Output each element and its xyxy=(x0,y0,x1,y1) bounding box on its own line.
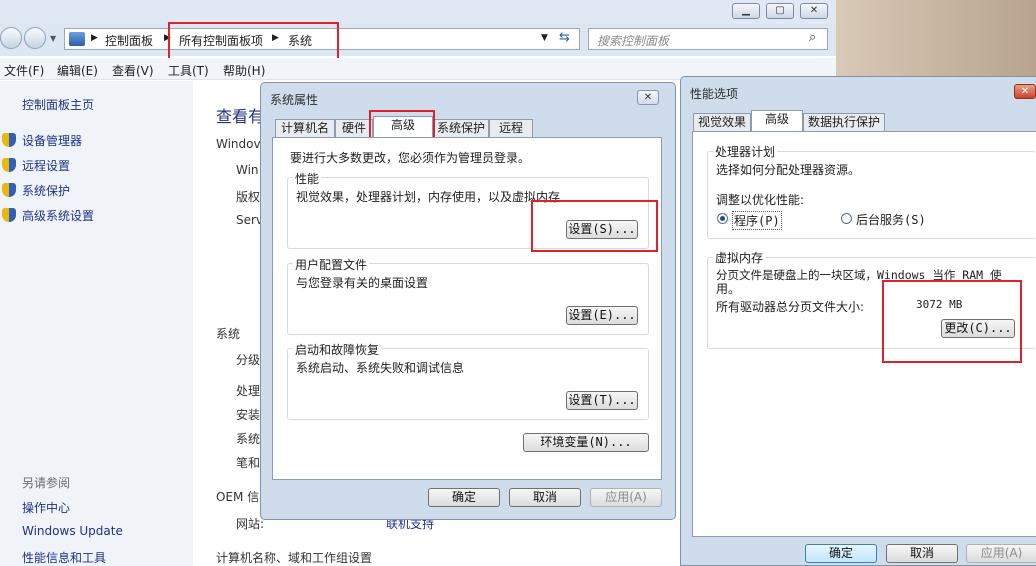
dialog-title: 性能选项 xyxy=(690,87,739,101)
system-line: 系统 xyxy=(236,432,261,446)
change-button[interactable]: 更改(C)... xyxy=(941,319,1015,338)
chevron-right-icon: ▶ xyxy=(91,33,98,43)
tab-system-protection[interactable]: 系统保护 xyxy=(433,119,489,137)
breadcrumb-system[interactable]: 系统 xyxy=(288,32,312,49)
back-icon[interactable] xyxy=(0,27,22,49)
user-profiles-group-label: 用户配置文件 xyxy=(293,256,370,273)
menu-view[interactable]: 查看(V) xyxy=(112,62,154,79)
virtual-memory-desc-cont: 用。 xyxy=(716,282,741,296)
breadcrumb-control-panel[interactable]: 控制面板 xyxy=(105,32,153,49)
tab-advanced[interactable]: 高级 xyxy=(751,110,803,131)
minimize-button[interactable]: ▁ xyxy=(732,3,760,19)
chevron-right-icon: ▶ xyxy=(164,33,171,43)
system-line: 处理 xyxy=(236,384,261,398)
windows-update-link[interactable]: Windows Update xyxy=(22,524,123,538)
remote-settings-link[interactable]: 远程设置 xyxy=(22,157,70,174)
ok-button[interactable]: 确定 xyxy=(428,488,500,507)
cancel-button[interactable]: 取消 xyxy=(886,544,958,563)
close-button[interactable]: ✕ xyxy=(800,3,828,19)
title-bar xyxy=(0,0,836,24)
tab-visual-effects[interactable]: 视觉效果 xyxy=(693,113,751,131)
edition-line: Serv xyxy=(236,213,264,227)
optimize-label: 调整以优化性能: xyxy=(716,193,805,207)
desktop-background xyxy=(836,0,1036,80)
startup-recovery-settings-button[interactable]: 设置(T)... xyxy=(566,391,638,410)
tab-computer-name[interactable]: 计算机名 xyxy=(275,119,335,137)
user-profiles-desc: 与您登录有关的桌面设置 xyxy=(296,276,429,290)
admin-note: 要进行大多数更改，您必须作为管理员登录。 xyxy=(290,151,531,165)
tab-advanced[interactable]: 高级 xyxy=(373,116,433,137)
chevron-right-icon: ▶ xyxy=(272,33,279,43)
search-box[interactable]: 搜索控制面板 ⌕ xyxy=(588,28,828,50)
virtual-memory-desc: 分页文件是硬盘上的一块区域，Windows 当作 RAM 使 xyxy=(716,268,1002,282)
apply-button[interactable]: 应用(A) xyxy=(966,544,1036,563)
control-panel-icon xyxy=(69,32,85,46)
device-manager-link[interactable]: 设备管理器 xyxy=(22,132,82,149)
tab-hardware[interactable]: 硬件 xyxy=(335,119,373,137)
page-title: 查看有 xyxy=(216,107,265,126)
computer-name-section: 计算机名称、域和工作组设置 xyxy=(216,551,373,565)
environment-variables-button[interactable]: 环境变量(N)... xyxy=(523,433,649,452)
performance-group-label: 性能 xyxy=(293,170,322,187)
background-services-label[interactable]: 后台服务(S) xyxy=(856,211,926,228)
shield-icon xyxy=(2,208,16,222)
cancel-button[interactable]: 取消 xyxy=(509,488,581,507)
advanced-system-settings-link[interactable]: 高级系统设置 xyxy=(22,207,94,224)
processor-scheduling-desc: 选择如何分配处理器资源。 xyxy=(716,163,861,177)
startup-recovery-group-label: 启动和故障恢复 xyxy=(293,341,382,358)
maximize-button[interactable]: ▢ xyxy=(766,3,794,19)
forward-icon[interactable] xyxy=(24,27,46,49)
edition-line: Win xyxy=(236,163,259,177)
address-bar[interactable]: ▶ 控制面板 ▶ 所有控制面板项 ▶ 系统 ▼ ⇆ xyxy=(64,28,580,50)
processor-scheduling-label: 处理器计划 xyxy=(713,143,778,160)
breadcrumb-all-items[interactable]: 所有控制面板项 xyxy=(179,32,263,49)
close-icon[interactable]: ✕ xyxy=(1014,84,1036,99)
user-profiles-settings-button[interactable]: 设置(E)... xyxy=(566,306,638,325)
oem-label: OEM 信 xyxy=(216,490,260,504)
ok-button[interactable]: 确定 xyxy=(805,544,877,563)
system-section-label: 系统 xyxy=(216,327,241,341)
dialog-title: 系统属性 xyxy=(270,93,319,107)
total-paging-label: 所有驱动器总分页文件大小: xyxy=(716,300,865,314)
system-protection-link[interactable]: 系统保护 xyxy=(22,182,70,199)
background-services-radio[interactable] xyxy=(841,213,852,224)
programs-radio-label[interactable]: 程序(P) xyxy=(732,211,782,230)
shield-icon xyxy=(2,158,16,172)
see-also-heading: 另请参阅 xyxy=(22,476,71,490)
recent-pages-icon[interactable]: ▼ xyxy=(50,34,56,43)
menu-edit[interactable]: 编辑(E) xyxy=(57,62,98,79)
control-panel-home-link[interactable]: 控制面板主页 xyxy=(22,96,94,113)
chevron-down-icon[interactable]: ▼ xyxy=(541,33,548,43)
windows-edition-label: Windov xyxy=(216,137,261,151)
left-pane xyxy=(0,81,193,566)
performance-settings-button[interactable]: 设置(S)... xyxy=(566,220,638,239)
performance-desc: 视觉效果，处理器计划，内存使用，以及虚拟内存 xyxy=(296,190,561,204)
menu-help[interactable]: 帮助(H) xyxy=(223,62,265,79)
close-icon[interactable]: ✕ xyxy=(637,90,659,105)
system-line: 安装 xyxy=(236,408,261,422)
menu-file[interactable]: 文件(F) xyxy=(4,62,44,79)
edition-line: 版权 xyxy=(236,190,261,204)
search-icon[interactable]: ⌕ xyxy=(809,30,816,45)
shield-icon xyxy=(2,133,16,147)
search-placeholder: 搜索控制面板 xyxy=(597,34,670,48)
refresh-icon[interactable]: ⇆ xyxy=(559,30,570,45)
action-center-link[interactable]: 操作中心 xyxy=(22,499,70,516)
startup-recovery-desc: 系统启动、系统失败和调试信息 xyxy=(296,361,465,375)
menu-tools[interactable]: 工具(T) xyxy=(168,62,209,79)
programs-radio[interactable] xyxy=(717,213,728,224)
apply-button[interactable]: 应用(A) xyxy=(590,488,662,507)
total-paging-value: 3072 MB xyxy=(916,298,963,311)
system-line: 笔和 xyxy=(236,456,261,470)
performance-tools-link[interactable]: 性能信息和工具 xyxy=(22,549,106,566)
shield-icon xyxy=(2,183,16,197)
tab-dep[interactable]: 数据执行保护 xyxy=(803,113,885,131)
system-line: 分级 xyxy=(236,353,261,367)
virtual-memory-label: 虚拟内存 xyxy=(713,249,766,266)
tab-remote[interactable]: 远程 xyxy=(489,119,533,137)
